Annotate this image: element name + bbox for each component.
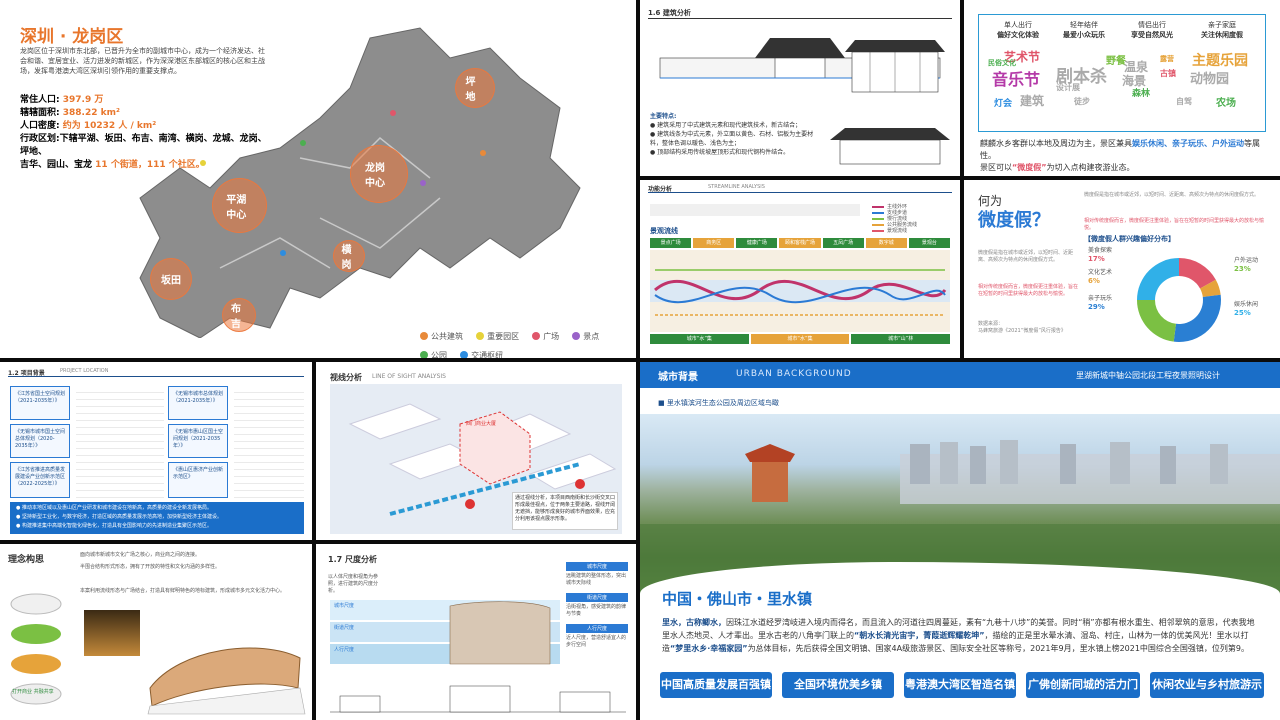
legend-transit: 交通枢纽 (460, 350, 503, 358)
donut-category-label: 户外运动 (1234, 256, 1258, 264)
badge-leisure-agriculture: 休闲农业与乡村旅游示范镇 (1150, 672, 1264, 717)
donut-slice (1173, 294, 1221, 342)
chart-title: 【微度假人群兴趣偏好分布】 (1084, 235, 1175, 243)
scale-notes: 城市尺度 远眺建筑的整体形态，突出城市天际线 街道尺度 沿街视角，感受建筑的韵律… (566, 562, 628, 648)
micro-vacation-panel: 何为 微度假？ 微度假是指在城市或近郊，以短时间、近距离、高频次为特点的休闲度假… (964, 180, 1280, 358)
scale-title: 尺度分析 (344, 555, 377, 564)
leisure-caption: 麒麟水乡客群以本地及周边为主，景区兼具娱乐休闲、亲子玩乐、户外运动等属性。 景区… (980, 139, 1260, 172)
leisure-panel: 单人出行 偏好文化体验 轻年结伴 最爱小众玩乐 情侣出行 享受自然风光 亲子家庭 关注休… (964, 0, 1280, 176)
donut-category-label: 文化艺术 (1088, 268, 1112, 276)
stat-label: 常住人口: (20, 95, 60, 105)
donut-value-label: 6% (1088, 277, 1100, 285)
project-background-panel: 1.2 项目背景 PROJECT LOCATION 《江苏省国土空间规划（202… (0, 362, 312, 540)
center-pingdi: 坪地 (455, 68, 495, 108)
lishui-panel: 城市背景 URBAN BACKGROUND 里湖新城中轴公园北段工程夜景照明设计… (640, 362, 1280, 720)
section-drawing (845, 40, 945, 93)
scale-section (330, 600, 560, 665)
badge-eco-town: 全国环境优美乡镇 (782, 672, 894, 698)
streamline-panel: 功能分析 STREAMLINE ANALYSIS 主线外环 支线步道 慢行流线 … (640, 180, 960, 358)
arch-title: 建筑分析 (662, 9, 691, 17)
lishui-title: 中国・佛山市・里水镇 (662, 590, 813, 608)
center-buji: 布吉 (222, 298, 256, 332)
donut-value-label: 17% (1088, 255, 1105, 263)
sight-analysis-panel: 视线分析 LINE OF SIGHT ANALYSIS 西门商业大厦 通过视线分… (316, 362, 636, 540)
architecture-panel: 1.6 建筑分析 主要特点: ● 建筑采用了中式建筑元素和现代建筑技术，新古结合… (640, 0, 960, 176)
concept-rendering (147, 647, 306, 715)
center-bantian: 坂田 (150, 258, 192, 300)
stream-bottom-labels: 城市“水”集 城市“水”集 城市“山”林 (650, 334, 951, 344)
donut-category-label: 美食探索 (1088, 246, 1112, 254)
streamline-diagram (650, 250, 950, 332)
legend-park: 公园 (420, 350, 447, 358)
legend-public-building: 公共建筑 (420, 331, 463, 342)
stat-label: 辖辖面积: (20, 108, 60, 118)
arch-points: 主要特点: ● 建筑采用了中式建筑元素和现代建筑技术，新古结合； ● 建筑线条为… (650, 113, 814, 156)
donut-category-label: 亲子玩乐 (1088, 294, 1112, 302)
concept-panel: 理念构思 面向城市新城市文化广场之核心，商业商之间的连接。 半围合结构形式形态，… (0, 544, 312, 720)
concept-title: 理念构思 (8, 555, 45, 565)
donut-slice (1137, 258, 1179, 300)
legend-park-zone: 重要园区 (476, 331, 519, 342)
donut-slice (1137, 300, 1176, 342)
legend-square: 广场 (532, 331, 559, 342)
collage-grid: 深圳 · 龙岗区 龙岗区位于深圳市东北部，已晋升为全市的副城市中心，成为一个经济… (0, 0, 1280, 720)
stream-top-labels: 景点广场 商务区 健康广场 颐和客栈广场 五凤广场 数字城 景观台 (650, 238, 950, 248)
pavilion-drawing (830, 128, 950, 165)
interest-donut-chart: 美食探索17% 文化艺术6% 亲子玩乐29% 户外运动23% 娱乐休闲25% (1088, 246, 1258, 342)
donut-value-label: 29% (1088, 303, 1105, 311)
stat-value: 397.9 万 (62, 95, 104, 105)
badge-vital-gateway: 广佛创新同城的活力门户 (1026, 672, 1140, 717)
badge-smart-manufacturing: 粤港澳大湾区智造名镇 (904, 672, 1016, 698)
sight-title: 视线分析 (330, 373, 362, 382)
longgang-title: 深圳 · 龙岗区 (20, 27, 124, 47)
scale-elevation (330, 685, 626, 713)
bg-bullets: ● 推动本地区域以及惠山区产业研发和城市建设在地新高，高质量的建设全新发展格局。… (10, 502, 304, 534)
lishui-body: 里水，古称鲫水，因珠江水道经罗湾岐进入境内而得名，而且流入的河道往四周蔓延，素有… (662, 618, 1255, 653)
lishui-tag: 城市背景 (658, 372, 698, 383)
donut-value-label: 23% (1234, 265, 1251, 273)
donut-category-label: 娱乐休闲 (1234, 300, 1258, 308)
center-longgang: 龙岗中心 (350, 145, 408, 203)
longgang-panel: 深圳 · 龙岗区 龙岗区位于深圳市东北部，已晋升为全市的副城市中心，成为一个经济… (0, 0, 636, 358)
why-title2: 微度假？ (978, 210, 1050, 231)
center-henggang: 横岗 (333, 240, 365, 272)
scale-analysis-panel: 1.7 尺度分析 以人体尺度和视角为参照，进行建筑的尺度分析。 城市尺度 街道尺… (316, 544, 636, 720)
stat-value: 388.22 km² (62, 108, 120, 118)
legend-scenic: 景点 (572, 331, 599, 342)
districts-text2: 吉华、园山、宝龙 (20, 160, 93, 170)
districts-label: 行政区划: (20, 134, 60, 144)
donut-value-label: 25% (1234, 309, 1251, 317)
stat-label: 人口密度: (20, 121, 60, 131)
map-legend: 公共建筑 重要园区 广场 景点 公园 交通枢纽 (420, 325, 636, 358)
stream-legend: 主线外环 支线步道 慢行流线 公共服务流线 景观流线 (872, 204, 917, 234)
badge-top100-town: 中国高质量发展百强镇 (660, 672, 772, 698)
center-pinghu: 平湖中心 (212, 178, 267, 233)
